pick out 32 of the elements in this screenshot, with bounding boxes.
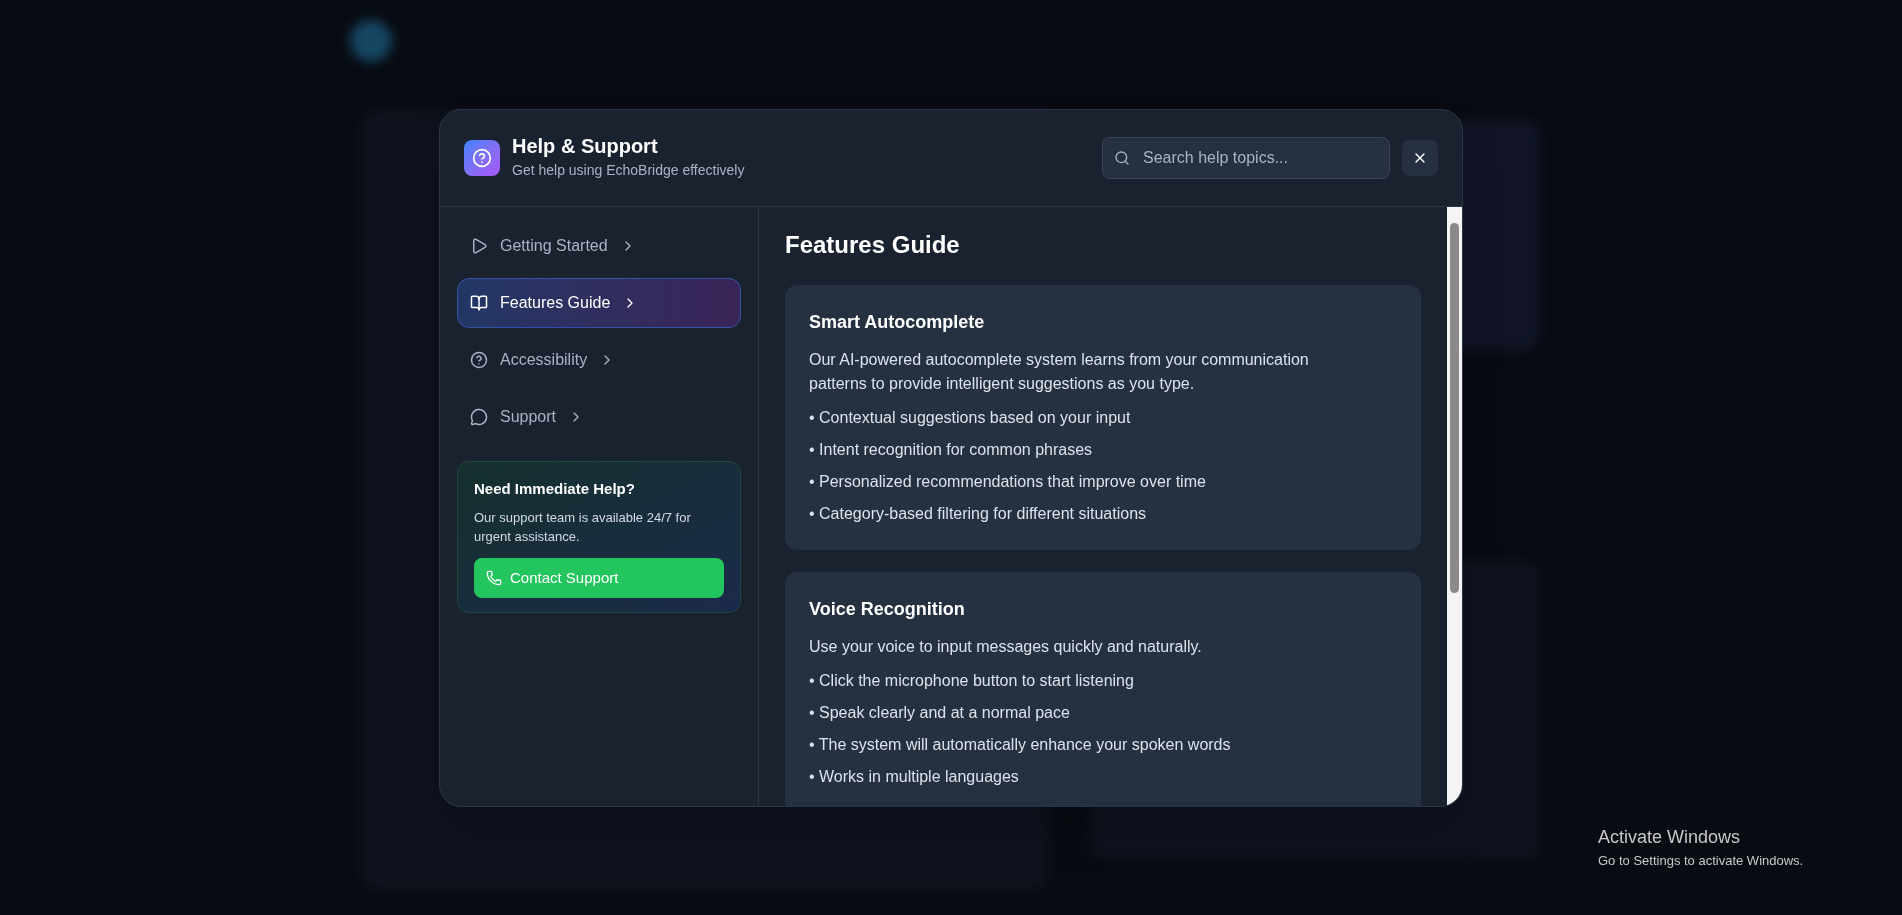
card-description: Use your voice to input messages quickly and naturally. [809,636,1203,657]
sidebar-item[interactable]: Getting Started [457,220,741,271]
help-icon [470,350,488,369]
bullet-item: • Speak clearly and at a normal pace [809,702,1071,723]
bullet-item: • Personalized recommendations that improve over time [809,471,1207,492]
search-icon [1114,149,1130,166]
bullet-item: • Category-based filtering for different situations [809,503,1148,524]
sidebar-item[interactable]: Accessibility [457,334,741,385]
card-description: Our AI-powered autocomplete system learns from your communication patterns to provide intelligent suggestions as you type. [809,349,1310,394]
close-button[interactable] [1402,139,1438,176]
help-icon [464,139,500,176]
card-title: Voice Recognition [809,597,966,621]
play-icon [470,236,488,255]
dialog-subtitle: Get help using EchoBridge effectively [512,161,745,180]
phone-icon [486,570,502,586]
chat-bubble-icon [470,407,488,426]
activation-text: Go to Settings to activate Windows. [1598,852,1804,870]
help-card-text: Our support team is available 24/7 for urgent assistance. [474,509,692,546]
activation-title: Activate Windows [1598,826,1742,849]
section-heading: Features Guide [785,229,961,260]
bullet-item: • Click the microphone button to start listening [809,670,1135,691]
bullet-item: • Contextual suggestions based on your input [809,407,1132,428]
bullet-item: • Works in multiple languages [809,766,1020,787]
book-icon [470,293,488,312]
sidebar-item[interactable]: Support [457,391,741,442]
search-field[interactable]: Search help topics... [1102,136,1390,179]
bullet-item: • Intent recognition for common phrases [809,439,1094,460]
help-card-title: Need Immediate Help? [474,478,636,499]
sidebar-item[interactable]: Features Guide [457,277,741,328]
bullet-item: • The system will automatically enhance your spoken words [809,734,1232,755]
dialog-title: Help & Support [512,134,659,158]
card-title: Smart Autocomplete [809,310,986,334]
